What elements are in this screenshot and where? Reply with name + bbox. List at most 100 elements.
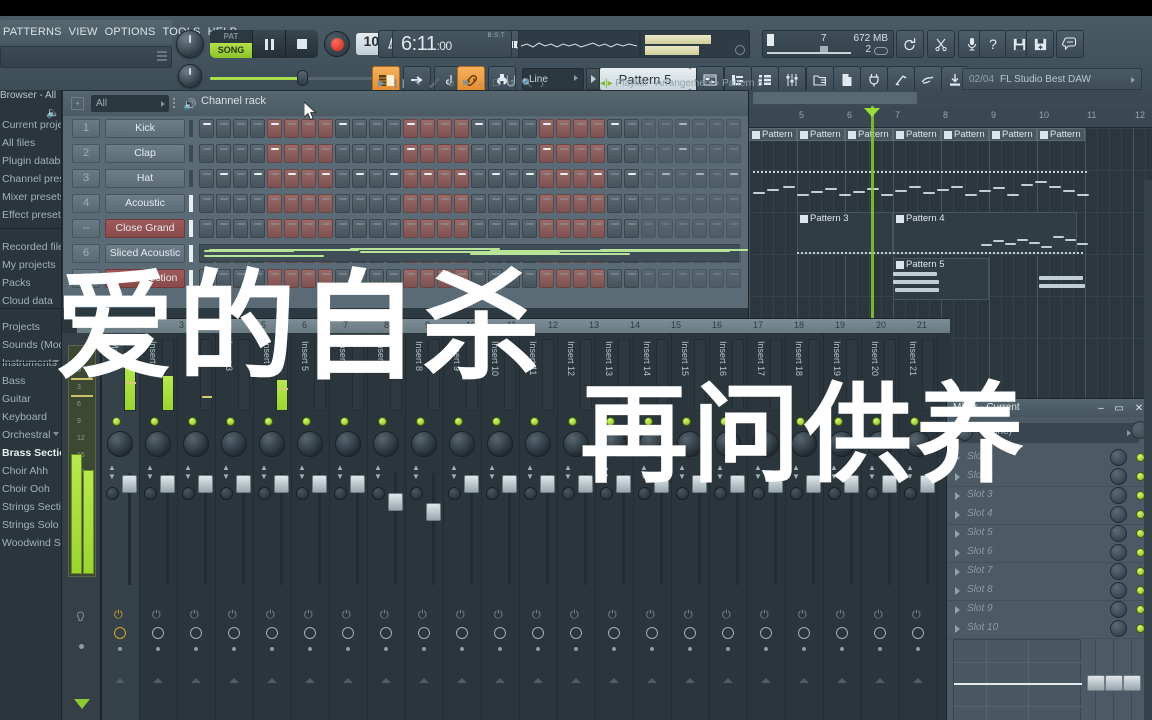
mixer-track-stereo-knob[interactable]	[486, 487, 499, 500]
mixer-track-stereo-icons[interactable]: ▲ ▼	[488, 463, 496, 481]
mixer-track-stereo-knob[interactable]	[220, 487, 233, 500]
step-button[interactable]	[352, 169, 367, 188]
clip-menu-icon[interactable]	[896, 261, 904, 269]
effect-mix-knob[interactable]	[1110, 506, 1127, 523]
mixer-track-record-arm-icon[interactable]: ⏻	[304, 609, 313, 622]
step-button[interactable]	[522, 219, 537, 238]
effect-mix-knob[interactable]	[1110, 582, 1127, 599]
step-button[interactable]	[607, 219, 622, 238]
eq-fader-low[interactable]	[1087, 675, 1105, 691]
mixer-track-enable-led[interactable]	[492, 417, 501, 426]
mixer-track-route-arrow-icon[interactable]	[381, 678, 391, 683]
updown-arrow-icon[interactable]: ▲ ▼	[184, 463, 192, 481]
effect-slot-8[interactable]: Slot 8	[947, 582, 1152, 599]
step-button[interactable]	[573, 269, 588, 288]
step-button[interactable]	[590, 269, 605, 288]
effect-mix-knob[interactable]	[1110, 468, 1127, 485]
step-button[interactable]	[590, 144, 605, 163]
mixer-track-dot-icon[interactable]	[384, 647, 388, 651]
mute-small-icon[interactable]: ⊘	[447, 78, 455, 89]
mixer-track-number[interactable]: 20	[876, 320, 886, 330]
step-button[interactable]	[675, 119, 690, 138]
mixer-track-stereo-knob[interactable]	[258, 487, 271, 500]
mixer-track-route-arrow-icon[interactable]	[495, 678, 505, 683]
mixer-track-record-arm-icon[interactable]: ⏻	[418, 609, 427, 622]
mixer-track-enable-led[interactable]	[340, 417, 349, 426]
step-button[interactable]	[607, 269, 622, 288]
step-button[interactable]	[607, 169, 622, 188]
step-button[interactable]	[709, 144, 724, 163]
mixer-track-pan-knob[interactable]	[525, 431, 551, 457]
eq-fader-high[interactable]	[1123, 675, 1141, 691]
eq-fader-mid[interactable]	[1105, 675, 1123, 691]
step-button[interactable]	[437, 194, 452, 213]
step-button[interactable]	[403, 119, 418, 138]
mixer-track-stereo-icons[interactable]: ▲ ▼	[184, 463, 192, 481]
chevron-right-icon[interactable]	[955, 568, 960, 576]
step-button[interactable]	[403, 219, 418, 238]
maximize-icon[interactable]: ▭	[1113, 402, 1125, 414]
effect-slot-9[interactable]: Slot 9	[947, 601, 1152, 618]
step-sequencer-row[interactable]	[199, 144, 741, 163]
playlist-clip-pattern5[interactable]: Pattern 5	[893, 258, 989, 300]
mixer-track-enable-led[interactable]	[264, 417, 273, 426]
browser-item-3[interactable]: Channel presets	[0, 170, 61, 188]
step-button[interactable]	[539, 169, 554, 188]
browser-item-6[interactable]: Recorded files	[0, 238, 61, 256]
step-button[interactable]	[641, 194, 656, 213]
mixer-track-record-arm-icon[interactable]: ⏻	[608, 609, 617, 622]
mixer-track-dot-icon[interactable]	[726, 647, 730, 651]
playlist-clip[interactable]: Pattern 1	[1037, 128, 1085, 141]
step-button[interactable]	[658, 119, 673, 138]
playlist-clip[interactable]: Pattern 1	[749, 128, 797, 141]
mixer-track-dot-icon[interactable]	[802, 647, 806, 651]
pause-small-icon[interactable]: ❙❙	[392, 78, 407, 89]
step-button[interactable]	[454, 144, 469, 163]
mixer-track-dot-icon[interactable]	[118, 647, 122, 651]
step-button[interactable]	[522, 144, 537, 163]
mixer-track-dot-icon[interactable]	[612, 647, 616, 651]
mixer-track-clock-icon[interactable]	[684, 627, 696, 639]
step-button[interactable]	[556, 219, 571, 238]
step-button[interactable]	[471, 169, 486, 188]
updown-arrow-icon[interactable]: ▲ ▼	[526, 463, 534, 481]
mixer-track-pan-knob[interactable]	[145, 431, 171, 457]
step-button[interactable]	[335, 194, 350, 213]
mixer-track-route-arrow-icon[interactable]	[267, 678, 277, 683]
step-button[interactable]	[437, 169, 452, 188]
step-button[interactable]	[454, 119, 469, 138]
mixer-track-dot-icon[interactable]	[308, 647, 312, 651]
step-button[interactable]	[488, 169, 503, 188]
mixer-track-dot-icon[interactable]	[840, 647, 844, 651]
mixer-track-stereo-icons[interactable]: ▲ ▼	[222, 463, 230, 481]
browser-item-8[interactable]: Packs	[0, 274, 61, 292]
mixer-track-dot-icon[interactable]	[878, 647, 882, 651]
step-button[interactable]	[658, 144, 673, 163]
step-button[interactable]	[692, 194, 707, 213]
step-button[interactable]	[233, 119, 248, 138]
updown-arrow-icon[interactable]: ▲ ▼	[374, 463, 382, 481]
mixer-track-record-arm-icon[interactable]: ⏻	[190, 609, 199, 622]
mixer-track-stereo-knob[interactable]	[448, 487, 461, 500]
step-button[interactable]	[369, 144, 384, 163]
updown-arrow-icon[interactable]: ▲ ▼	[108, 463, 116, 481]
chevron-right-icon[interactable]	[955, 511, 960, 519]
slice-small-icon[interactable]: ⇔	[476, 79, 485, 89]
updown-arrow-icon[interactable]: ▲ ▼	[146, 463, 154, 481]
step-button[interactable]	[267, 194, 282, 213]
mixer-volume-fader[interactable]	[350, 475, 365, 493]
step-button[interactable]	[658, 169, 673, 188]
mixer-track-route-arrow-icon[interactable]	[837, 678, 847, 683]
step-button[interactable]	[454, 194, 469, 213]
mixer-track-route-arrow-icon[interactable]	[799, 678, 809, 683]
step-button[interactable]	[539, 194, 554, 213]
mixer-track-clock-icon[interactable]	[646, 627, 658, 639]
step-button[interactable]	[590, 194, 605, 213]
browser-item-12[interactable]: Instruments	[0, 354, 61, 372]
channel-row[interactable]: 1 Kick	[63, 116, 749, 141]
step-button[interactable]	[386, 169, 401, 188]
step-button[interactable]	[692, 269, 707, 288]
step-sequencer-row[interactable]	[199, 169, 741, 188]
browser-item-14[interactable]: Guitar	[0, 390, 61, 408]
step-button[interactable]	[199, 169, 214, 188]
